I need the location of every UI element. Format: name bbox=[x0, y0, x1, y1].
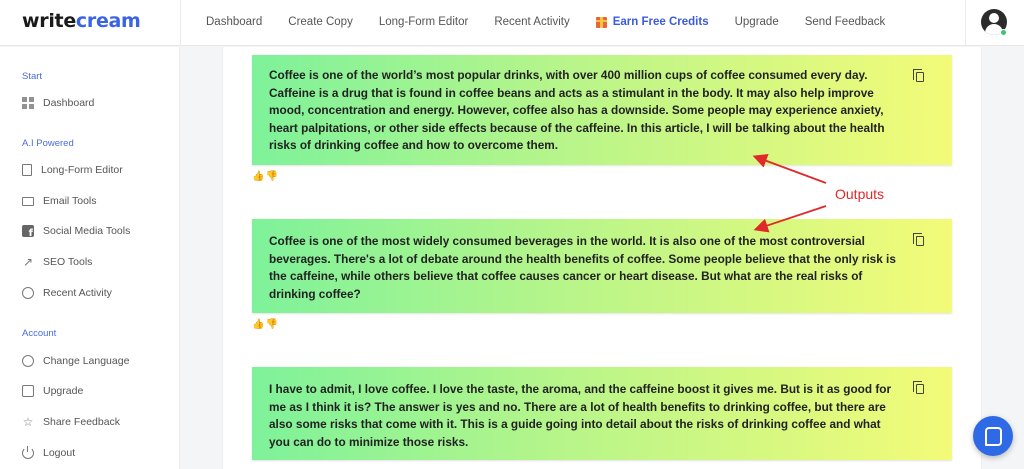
annotation-arrows bbox=[752, 154, 827, 233]
arrow-to-second-output bbox=[753, 205, 827, 233]
chat-support-button[interactable] bbox=[973, 416, 1013, 456]
arrow-to-first-output bbox=[752, 154, 827, 184]
